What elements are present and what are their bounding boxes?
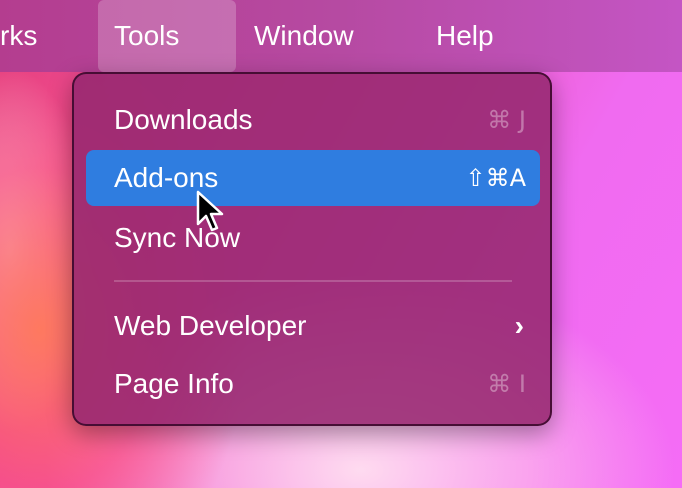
menu-item-downloads[interactable]: Downloads ⌘ J: [86, 92, 540, 148]
menubar-item-bookmarks[interactable]: rks: [0, 0, 53, 72]
keyboard-shortcut: ⇧⌘A: [465, 164, 526, 192]
keyboard-shortcut: ⌘ J: [487, 106, 526, 134]
tools-dropdown-menu: Downloads ⌘ J Add-ons ⇧⌘A Sync Now Web D…: [72, 72, 552, 426]
menu-separator: [114, 280, 512, 282]
menubar-item-help[interactable]: Help: [420, 0, 510, 72]
menu-item-page-info[interactable]: Page Info ⌘ I: [86, 356, 540, 412]
menu-item-label: Downloads: [114, 104, 253, 135]
menu-item-web-developer[interactable]: Web Developer ›: [86, 298, 540, 354]
menu-item-add-ons[interactable]: Add-ons ⇧⌘A: [86, 150, 540, 206]
menubar-item-tools[interactable]: Tools: [98, 0, 236, 72]
menu-bar: rks Tools Window Help: [0, 0, 682, 72]
menu-item-label: Web Developer: [114, 310, 307, 341]
menubar-item-window[interactable]: Window: [238, 0, 370, 72]
menu-item-sync-now[interactable]: Sync Now: [86, 210, 540, 266]
menu-item-label: Page Info: [114, 368, 234, 399]
keyboard-shortcut: ⌘ I: [487, 370, 526, 398]
mouse-pointer-icon: [196, 190, 224, 232]
chevron-right-icon: ›: [514, 310, 524, 341]
